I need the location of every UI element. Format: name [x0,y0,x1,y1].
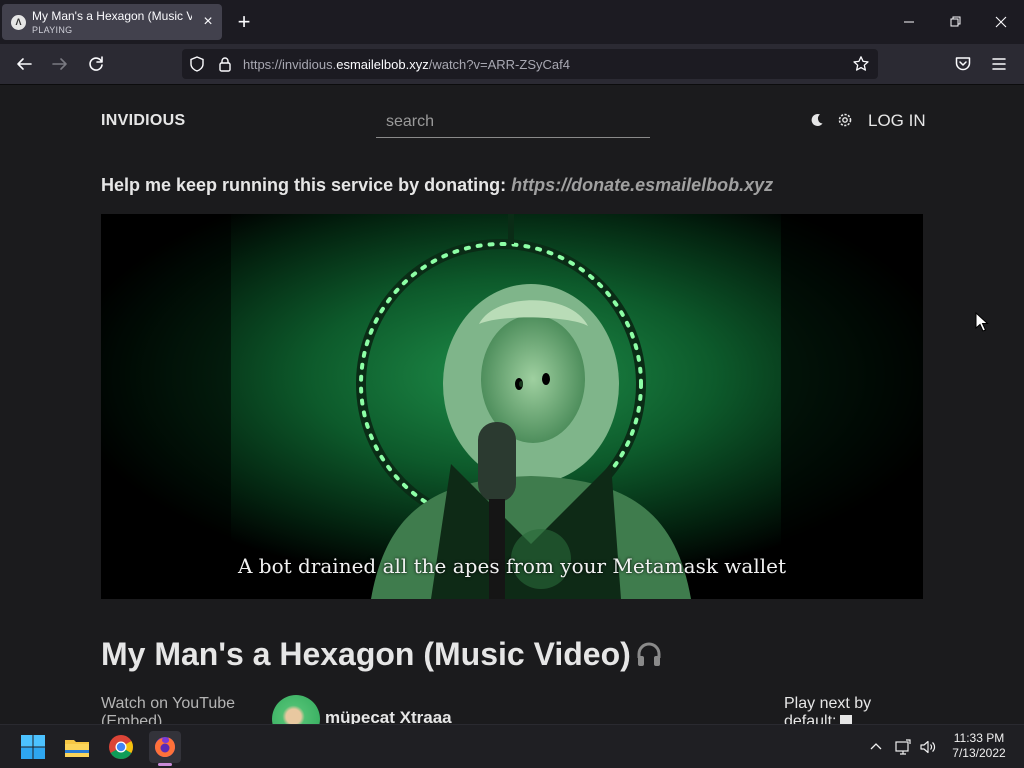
autoplay-checkbox[interactable] [840,715,853,724]
search-input[interactable] [376,107,650,138]
chrome-taskbar-button[interactable] [105,731,137,763]
url-text[interactable]: https://invidious.esmailelbob.xyz/watch?… [243,57,570,72]
clock-date: 7/13/2022 [952,746,1006,760]
network-status-button[interactable] [894,738,912,756]
video-player[interactable]: A bot drained all the apes from your Met… [101,214,923,599]
headphones-icon [637,642,661,666]
arrow-left-icon [17,58,32,70]
address-bar[interactable]: https://invidious.esmailelbob.xyz/watch?… [182,49,878,79]
speaker-icon [920,740,936,754]
network-icon [895,739,911,755]
url-path: /watch?v=ARR-ZSyCaf4 [428,57,570,72]
video-frame-image [101,214,923,599]
channel-avatar[interactable] [272,695,320,724]
bookmark-button[interactable] [852,55,870,73]
arrow-right-icon [52,58,67,70]
back-button[interactable] [12,52,36,76]
video-title: My Man's a Hexagon (Music Video) [101,636,663,673]
video-title-text: My Man's a Hexagon (Music Video) [101,636,631,672]
mouse-cursor-icon [975,312,989,332]
tab-strip: Λ My Man's a Hexagon (Music Vi PLAYING ×… [0,0,1024,44]
url-prefix: https://invidious. [243,57,337,72]
pocket-icon [955,57,971,71]
tab-title: My Man's a Hexagon (Music Vi [32,9,192,23]
browser-tab[interactable]: Λ My Man's a Hexagon (Music Vi PLAYING × [2,4,222,40]
play-next-label: Play next by [784,695,872,712]
url-host: esmailelbob.xyz [336,57,429,72]
invidious-favicon-icon: Λ [11,15,26,30]
app-menu-button[interactable] [989,54,1009,74]
play-next-setting: Play next by default: [784,695,871,724]
active-app-indicator [158,763,172,766]
page-content: INVIDIOUS LOG IN Help me keep running th… [0,85,1024,724]
pocket-button[interactable] [953,54,973,74]
window-close-button[interactable] [989,10,1013,34]
chevron-up-icon [870,743,882,750]
dark-mode-toggle[interactable] [809,112,825,128]
login-link[interactable]: LOG IN [868,111,926,131]
window-restore-button[interactable] [943,10,967,34]
forward-button[interactable] [48,52,72,76]
gear-icon [838,113,852,127]
reload-button[interactable] [84,52,108,76]
shield-icon [190,56,204,72]
close-icon [995,16,1007,28]
donate-link[interactable]: https://donate.esmailelbob.xyz [511,175,773,195]
donate-banner: Help me keep running this service by don… [101,175,773,196]
play-next-default-row: default: [784,713,871,724]
minimize-icon [904,21,914,23]
firefox-icon [155,737,175,757]
tab-close-button[interactable]: × [198,12,218,32]
new-tab-button[interactable]: + [233,11,255,33]
star-icon [853,56,869,71]
windows-logo-icon [21,735,45,759]
restore-icon [950,16,961,27]
folder-icon [65,740,89,757]
file-explorer-taskbar-button[interactable] [61,731,93,763]
moon-icon [811,114,823,127]
reload-icon [89,56,103,71]
start-button[interactable] [17,731,49,763]
tracking-protection-button[interactable] [188,55,206,73]
chrome-icon [109,735,133,760]
channel-name-link[interactable]: müpecat Xtraaa [325,708,452,724]
clock-time: 11:33 PM [953,731,1005,745]
site-info-button[interactable] [216,55,234,73]
taskbar: 11:33 PM 7/13/2022 [0,724,1024,768]
system-clock[interactable]: 11:33 PM 7/13/2022 [948,731,1010,761]
navigation-toolbar: https://invidious.esmailelbob.xyz/watch?… [0,44,1024,85]
preferences-button[interactable] [837,112,853,128]
show-hidden-icons-button[interactable] [867,738,885,756]
invidious-logo-link[interactable]: INVIDIOUS [101,112,186,130]
firefox-taskbar-button[interactable] [149,731,181,763]
donate-text: Help me keep running this service by don… [101,175,512,195]
watch-links: Watch on YouTube (Embed) [101,695,235,724]
play-next-default-label: default: [784,713,837,724]
volume-button[interactable] [919,738,937,756]
hamburger-menu-icon [992,58,1006,70]
window-minimize-button[interactable] [897,10,921,34]
watch-on-youtube-link[interactable]: Watch on YouTube [101,695,235,713]
video-caption: A bot drained all the apes from your Met… [237,554,787,578]
embed-link[interactable]: (Embed) [101,713,235,724]
tab-playing-status: PLAYING [32,25,73,35]
lock-icon [219,57,231,72]
